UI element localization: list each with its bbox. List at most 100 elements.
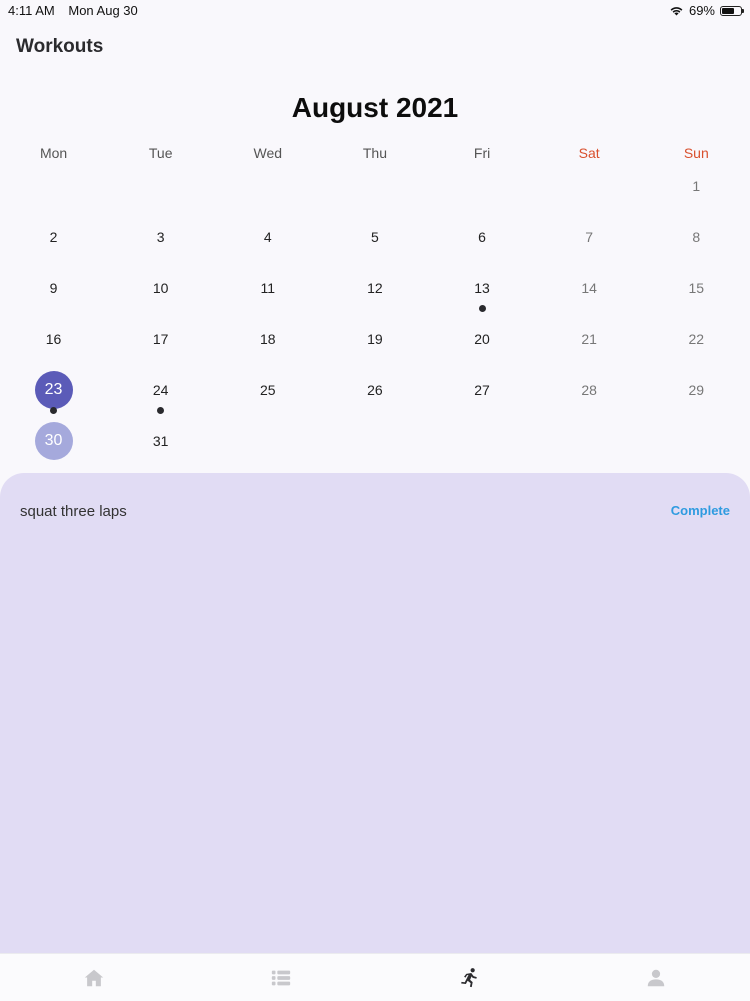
workout-dot-indicator (157, 407, 164, 414)
day-number: 27 (429, 382, 536, 398)
day-number: 2 (0, 229, 107, 245)
tab-profile[interactable] (563, 954, 750, 1001)
tab-list[interactable] (188, 954, 376, 1001)
tab-bar (0, 953, 750, 1001)
calendar-day-27[interactable]: 27 (429, 368, 536, 419)
weekday-mon: Mon (0, 145, 107, 161)
calendar-day-19[interactable]: 19 (321, 317, 428, 368)
calendar-day-3[interactable]: 3 (107, 215, 214, 266)
calendar-day-12[interactable]: 12 (321, 266, 428, 317)
day-number: 4 (214, 229, 321, 245)
day-number: 6 (429, 229, 536, 245)
calendar-day-26[interactable]: 26 (321, 368, 428, 419)
calendar-day-31[interactable]: 31 (107, 419, 214, 470)
workout-row[interactable]: squat three laps Complete (20, 503, 730, 525)
workout-dot-indicator (50, 407, 57, 414)
calendar-day-11[interactable]: 11 (214, 266, 321, 317)
calendar-day-4[interactable]: 4 (214, 215, 321, 266)
workout-dot-indicator (479, 305, 486, 312)
day-number: 10 (107, 280, 214, 296)
day-number: 17 (107, 331, 214, 347)
calendar-day-5[interactable]: 5 (321, 215, 428, 266)
complete-button[interactable]: Complete (671, 503, 730, 518)
day-number: 28 (536, 382, 643, 398)
calendar-day-18[interactable]: 18 (214, 317, 321, 368)
calendar-month-title: August 2021 (0, 92, 750, 124)
tab-workouts[interactable] (375, 954, 563, 1001)
calendar-week-row: 1 (0, 164, 750, 215)
calendar-day-30[interactable]: 30 (0, 419, 107, 470)
home-icon (83, 967, 105, 989)
day-number: 13 (429, 280, 536, 296)
day-number: 26 (321, 382, 428, 398)
running-icon (458, 967, 480, 989)
calendar-day-13[interactable]: 13 (429, 266, 536, 317)
day-number: 7 (536, 229, 643, 245)
calendar-day-22[interactable]: 22 (643, 317, 750, 368)
calendar-day-29[interactable]: 29 (643, 368, 750, 419)
calendar-empty-cell (214, 164, 321, 215)
workout-title: squat three laps (20, 503, 127, 520)
calendar-empty-cell (321, 419, 428, 470)
calendar-day-17[interactable]: 17 (107, 317, 214, 368)
calendar-day-28[interactable]: 28 (536, 368, 643, 419)
calendar-day-24[interactable]: 24 (107, 368, 214, 419)
calendar-day-7[interactable]: 7 (536, 215, 643, 266)
calendar-day-15[interactable]: 15 (643, 266, 750, 317)
calendar-day-23[interactable]: 23 (0, 368, 107, 419)
day-number: 31 (107, 433, 214, 449)
calendar-day-9[interactable]: 9 (0, 266, 107, 317)
calendar-day-25[interactable]: 25 (214, 368, 321, 419)
status-left: 4:11 AM Mon Aug 30 (8, 3, 148, 18)
day-number: 20 (429, 331, 536, 347)
day-number: 11 (214, 280, 321, 296)
calendar-empty-cell (321, 164, 428, 215)
calendar-empty-cell (0, 164, 107, 215)
calendar-week-row: 9101112131415 (0, 266, 750, 317)
day-number: 9 (0, 280, 107, 296)
day-number: 30 (0, 432, 107, 450)
calendar-day-6[interactable]: 6 (429, 215, 536, 266)
calendar-empty-cell (536, 164, 643, 215)
calendar-day-20[interactable]: 20 (429, 317, 536, 368)
day-number: 21 (536, 331, 643, 347)
status-time: 4:11 AM (8, 3, 55, 18)
calendar-empty-cell (214, 419, 321, 470)
calendar-week-row: 2345678 (0, 215, 750, 266)
status-bar: 4:11 AM Mon Aug 30 69% (0, 0, 750, 22)
day-number: 22 (643, 331, 750, 347)
calendar-empty-cell (429, 419, 536, 470)
day-number: 15 (643, 280, 750, 296)
day-number: 5 (321, 229, 428, 245)
page-title: Workouts (16, 36, 103, 58)
day-number: 23 (0, 381, 107, 399)
calendar-day-2[interactable]: 2 (0, 215, 107, 266)
calendar-day-1[interactable]: 1 (643, 164, 750, 215)
calendar-day-8[interactable]: 8 (643, 215, 750, 266)
weekday-tue: Tue (107, 145, 214, 161)
calendar-grid: 1234567891011121314151617181920212223242… (0, 164, 750, 470)
day-number: 8 (643, 229, 750, 245)
calendar-week-row: 23242526272829 (0, 368, 750, 419)
battery-icon (720, 6, 742, 16)
calendar-day-10[interactable]: 10 (107, 266, 214, 317)
status-right: 69% (669, 3, 742, 18)
calendar-day-14[interactable]: 14 (536, 266, 643, 317)
weekday-header-row: MonTueWedThuFriSatSun (0, 145, 750, 161)
day-number: 12 (321, 280, 428, 296)
status-date: Mon Aug 30 (68, 3, 137, 18)
calendar-empty-cell (107, 164, 214, 215)
weekday-fri: Fri (429, 145, 536, 161)
battery-percent: 69% (689, 3, 715, 18)
calendar-day-21[interactable]: 21 (536, 317, 643, 368)
day-number: 3 (107, 229, 214, 245)
calendar-day-16[interactable]: 16 (0, 317, 107, 368)
person-icon (645, 967, 667, 989)
wifi-icon (669, 5, 684, 16)
day-number: 14 (536, 280, 643, 296)
tab-home[interactable] (0, 954, 188, 1001)
day-number: 19 (321, 331, 428, 347)
workout-sheet: squat three laps Complete (0, 473, 750, 953)
day-number: 29 (643, 382, 750, 398)
calendar-empty-cell (429, 164, 536, 215)
